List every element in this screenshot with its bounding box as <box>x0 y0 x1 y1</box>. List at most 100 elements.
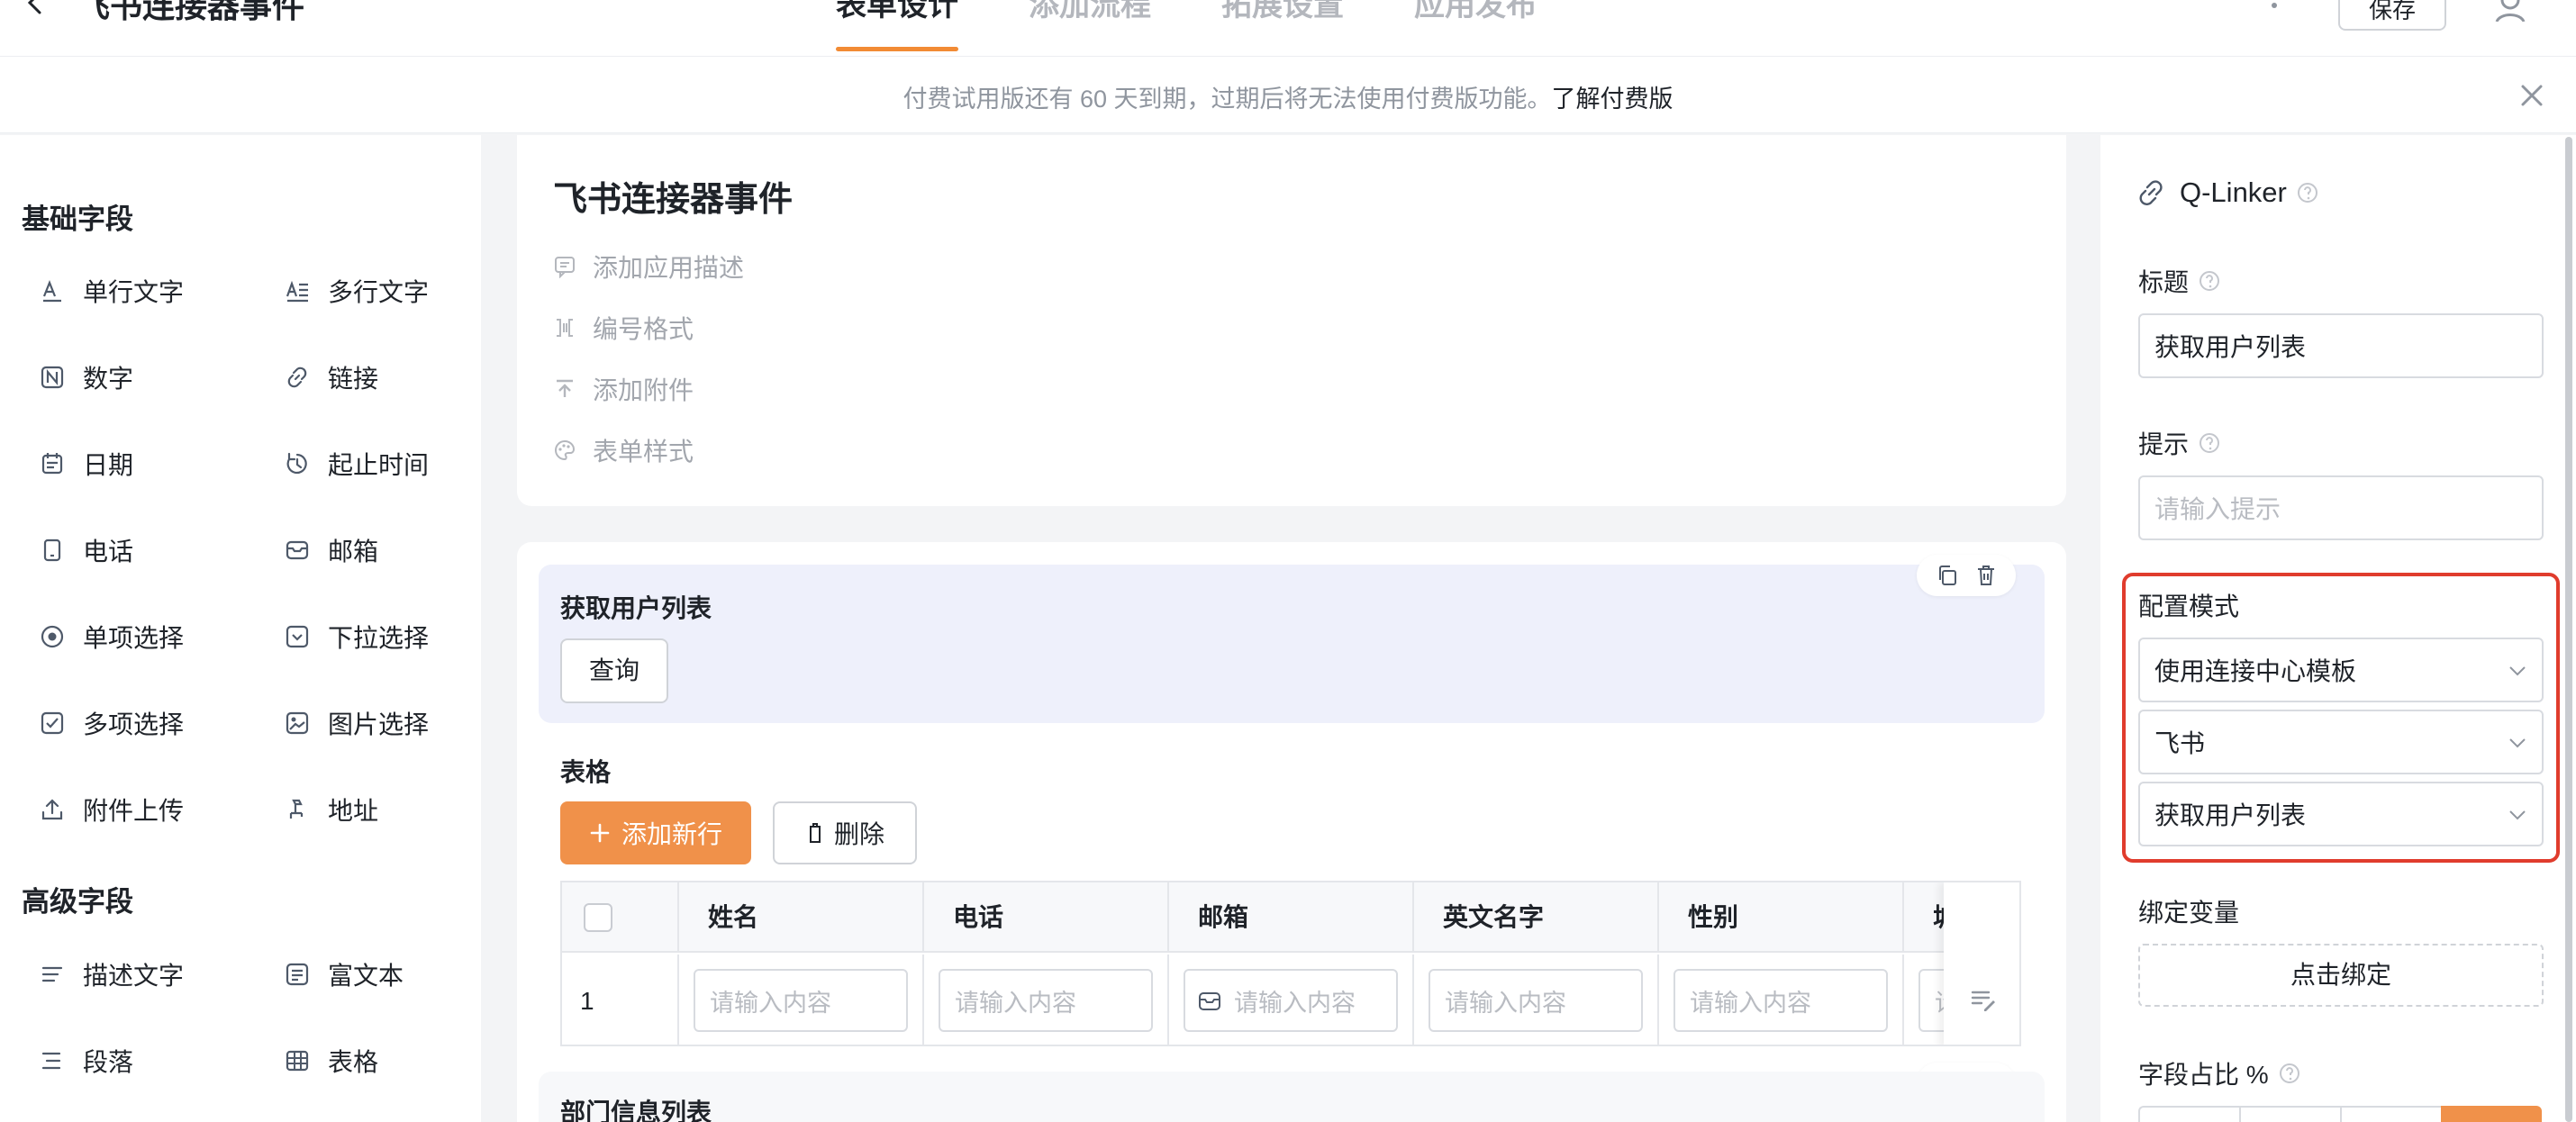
english-name-input[interactable]: 请输入内容 <box>1429 969 1643 1032</box>
time-range-icon <box>286 452 307 475</box>
field-address[interactable]: 地址 <box>285 784 501 835</box>
back-arrow-icon[interactable] <box>22 0 49 16</box>
query-button[interactable]: 查询 <box>560 638 668 703</box>
connector-select[interactable]: 飞书 <box>2138 710 2544 774</box>
select-all-checkbox[interactable] <box>584 903 612 932</box>
title-input[interactable]: 获取用户列表 <box>2138 313 2544 378</box>
ratio-option[interactable] <box>2340 1106 2441 1122</box>
field-link[interactable]: 链接 <box>285 352 501 403</box>
properties-scrollbar[interactable] <box>2565 137 2572 1122</box>
tab-extension-settings[interactable]: 拓展设置 <box>1221 0 1344 52</box>
table-row: 1 <box>562 955 679 1045</box>
save-button[interactable]: 保存 <box>2338 0 2446 31</box>
department-block[interactable] <box>539 1072 2045 1122</box>
gender-input[interactable]: 请输入内容 <box>1673 969 1888 1032</box>
field-mail[interactable]: 邮箱 <box>285 525 501 575</box>
close-icon[interactable] <box>2517 81 2546 110</box>
action-select[interactable]: 获取用户列表 <box>2138 782 2544 846</box>
column-header: 姓名 <box>679 882 924 953</box>
notice-text: 付费试用版还有 60 天到期，过期后将无法使用付费版功能。 <box>903 86 1552 113</box>
help-icon[interactable] <box>2278 1062 2301 1085</box>
chevron-down-icon <box>2509 666 2526 676</box>
ratio-option-selected[interactable] <box>2441 1106 2542 1122</box>
tab-form-design[interactable]: 表单设计 <box>836 0 958 52</box>
delete-rows-button[interactable]: 删除 <box>773 801 917 864</box>
field-single-choice[interactable]: 单项选择 <box>40 611 256 662</box>
bind-variable-button[interactable]: 点击绑定 <box>2138 944 2544 1007</box>
learn-paid-link[interactable]: 了解付费版 <box>1552 86 1673 113</box>
field-description[interactable]: 描述文字 <box>40 949 256 1000</box>
radio-icon <box>41 625 64 648</box>
tab-add-flow[interactable]: 添加流程 <box>1029 0 1151 52</box>
hint-input[interactable]: 请输入提示 <box>2138 475 2544 540</box>
description-icon <box>41 966 63 982</box>
table-block-label: 表格 <box>560 758 612 786</box>
form-style[interactable]: 表单样式 <box>553 432 694 468</box>
upload-icon <box>41 799 63 820</box>
field-number[interactable]: 数字 <box>40 352 256 403</box>
column-header: 电话 <box>924 882 1169 953</box>
help-icon[interactable] <box>2198 269 2221 293</box>
hint-label: 提示 <box>2138 430 2190 458</box>
tab-app-publish[interactable]: 应用发布 <box>1414 0 1537 52</box>
phone-input[interactable]: 请输入内容 <box>939 969 1153 1032</box>
row-edit-icon[interactable] <box>1969 985 1998 1014</box>
add-attachment[interactable]: 添加附件 <box>553 371 694 407</box>
image-icon <box>286 711 309 735</box>
config-mode-select[interactable]: 使用连接中心模板 <box>2138 638 2544 702</box>
field-paragraph[interactable]: 段落 <box>40 1036 256 1086</box>
mail-icon <box>286 540 309 560</box>
add-row-button[interactable]: 添加新行 <box>560 801 751 864</box>
copy-icon[interactable] <box>1936 564 1959 587</box>
chevron-down-icon <box>2509 810 2526 820</box>
field-table[interactable]: 表格 <box>285 1036 501 1086</box>
field-phone[interactable]: 电话 <box>40 525 256 575</box>
phone-icon <box>43 538 61 562</box>
trial-notice-bar: 付费试用版还有 60 天到期，过期后将无法使用付费版功能。了解付费版 <box>0 56 2576 133</box>
selected-linker-block[interactable] <box>539 565 2045 723</box>
name-input[interactable]: 请输入内容 <box>694 969 908 1032</box>
advanced-fields-title: 高级字段 <box>22 886 133 918</box>
column-header: 性别 <box>1659 882 1904 953</box>
trash-icon <box>809 823 821 843</box>
number-icon <box>41 366 64 389</box>
link-icon <box>287 366 307 388</box>
top-bar: 飞书连接器事件 表单设计 添加流程 拓展设置 应用发布 保存 <box>0 0 2576 56</box>
more-vertical-icon[interactable] <box>2265 0 2283 18</box>
linker-block-label: 获取用户列表 <box>560 594 712 622</box>
department-block-label: 部门信息列表 <box>560 1099 712 1122</box>
column-header: 英文名字 <box>1414 882 1659 953</box>
field-ratio-segments <box>2138 1106 2544 1122</box>
app-title: 飞书连接器事件 <box>77 0 305 24</box>
mail-icon <box>1199 992 1220 1010</box>
field-time-range[interactable]: 起止时间 <box>285 439 501 489</box>
field-multi-choice[interactable]: 多项选择 <box>40 698 256 748</box>
help-icon[interactable] <box>2198 431 2221 455</box>
comment-icon <box>555 257 575 278</box>
dropdown-icon <box>286 625 309 648</box>
ratio-option[interactable] <box>2138 1106 2239 1122</box>
title-label: 标题 <box>2138 268 2190 296</box>
form-title[interactable]: 飞书连接器事件 <box>553 171 793 221</box>
delete-icon[interactable] <box>1974 564 1998 587</box>
field-date[interactable]: 日期 <box>40 439 256 489</box>
calendar-icon <box>41 453 63 475</box>
add-app-description[interactable]: 添加应用描述 <box>553 249 744 285</box>
block-actions <box>1917 555 2016 596</box>
subtable-header: 姓名 电话 邮箱 英文名字 性别 城 <box>562 882 2019 953</box>
field-image-choice[interactable]: 图片选择 <box>285 698 501 748</box>
numbering-format[interactable]: 编号格式 <box>553 310 694 346</box>
ratio-option[interactable] <box>2239 1106 2340 1122</box>
multi-line-text-icon <box>286 280 308 303</box>
help-icon[interactable] <box>2296 181 2319 204</box>
rich-text-icon <box>286 963 309 986</box>
field-multi-line-text[interactable]: 多行文字 <box>285 266 501 316</box>
field-dropdown[interactable]: 下拉选择 <box>285 611 501 662</box>
field-upload[interactable]: 附件上传 <box>40 784 256 835</box>
field-rich-text[interactable]: 富文本 <box>285 949 501 1000</box>
config-mode-label: 配置模式 <box>2138 593 2240 620</box>
component-name: Q-Linker <box>2180 176 2287 208</box>
connector-link-icon <box>2139 180 2163 205</box>
user-avatar-icon[interactable] <box>2493 0 2527 22</box>
field-single-line-text[interactable]: 单行文字 <box>40 266 256 316</box>
